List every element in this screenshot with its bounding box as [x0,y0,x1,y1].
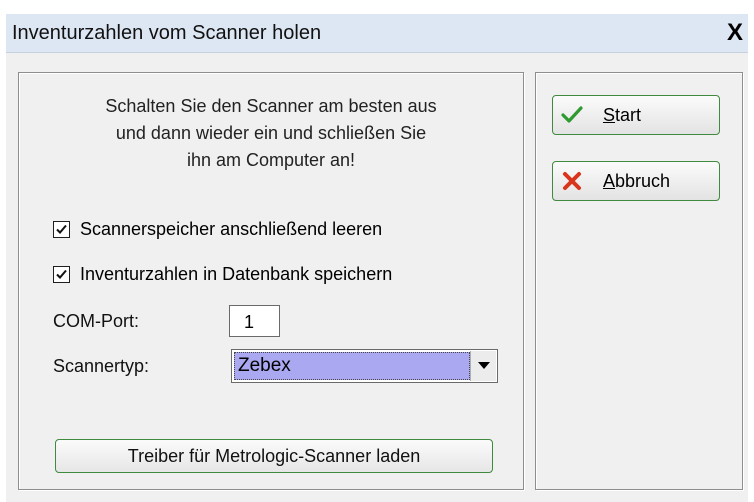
close-button[interactable]: X [722,19,748,46]
message-line: Schalten Sie den Scanner am besten aus [105,96,437,116]
clear-memory-checkbox[interactable] [53,220,70,238]
message-line: ihn am Computer an! [186,150,356,170]
checkmark-glyph [56,269,67,279]
com-port-input[interactable] [229,305,280,337]
instruction-message: Schalten Sie den Scanner am besten aus u… [19,93,523,174]
chevron-down-icon [477,362,490,369]
com-port-label: COM-Port: [53,311,140,331]
start-button[interactable]: Start [552,95,720,135]
start-button-label: Start [603,104,642,125]
save-db-label: Inventurzahlen in Datenbank speichern [80,263,393,284]
cancel-button[interactable]: Abbruch [552,161,720,201]
scanner-type-label: Scannertyp: [53,356,150,376]
cancel-button-label: Abbruch [603,170,671,191]
clear-memory-label: Scannerspeicher anschließend leeren [80,218,383,239]
checkmark-icon [561,106,583,123]
dropdown-arrow-button[interactable] [470,351,496,381]
title-bar: Inventurzahlen vom Scanner holen X [6,14,748,53]
scanner-type-value: Zebex [234,352,470,380]
clear-memory-option[interactable]: Scannerspeicher anschließend leeren [53,217,382,241]
close-icon: X [726,19,743,46]
message-line: und dann wieder ein und schließen Sie [115,123,427,143]
load-driver-button[interactable]: Treiber für Metrologic-Scanner laden [55,439,493,473]
window-title: Inventurzahlen vom Scanner holen [12,22,322,44]
checkmark-glyph [56,224,67,234]
dialog-window: Inventurzahlen vom Scanner holen X Schal… [6,14,748,502]
save-db-checkbox[interactable] [53,265,70,283]
actions-panel: Start Abbruch [535,72,743,490]
save-db-option[interactable]: Inventurzahlen in Datenbank speichern [53,262,392,286]
scanner-type-select[interactable]: Zebex [231,349,498,383]
cross-icon [563,172,581,190]
options-panel: Schalten Sie den Scanner am besten aus u… [18,72,524,490]
